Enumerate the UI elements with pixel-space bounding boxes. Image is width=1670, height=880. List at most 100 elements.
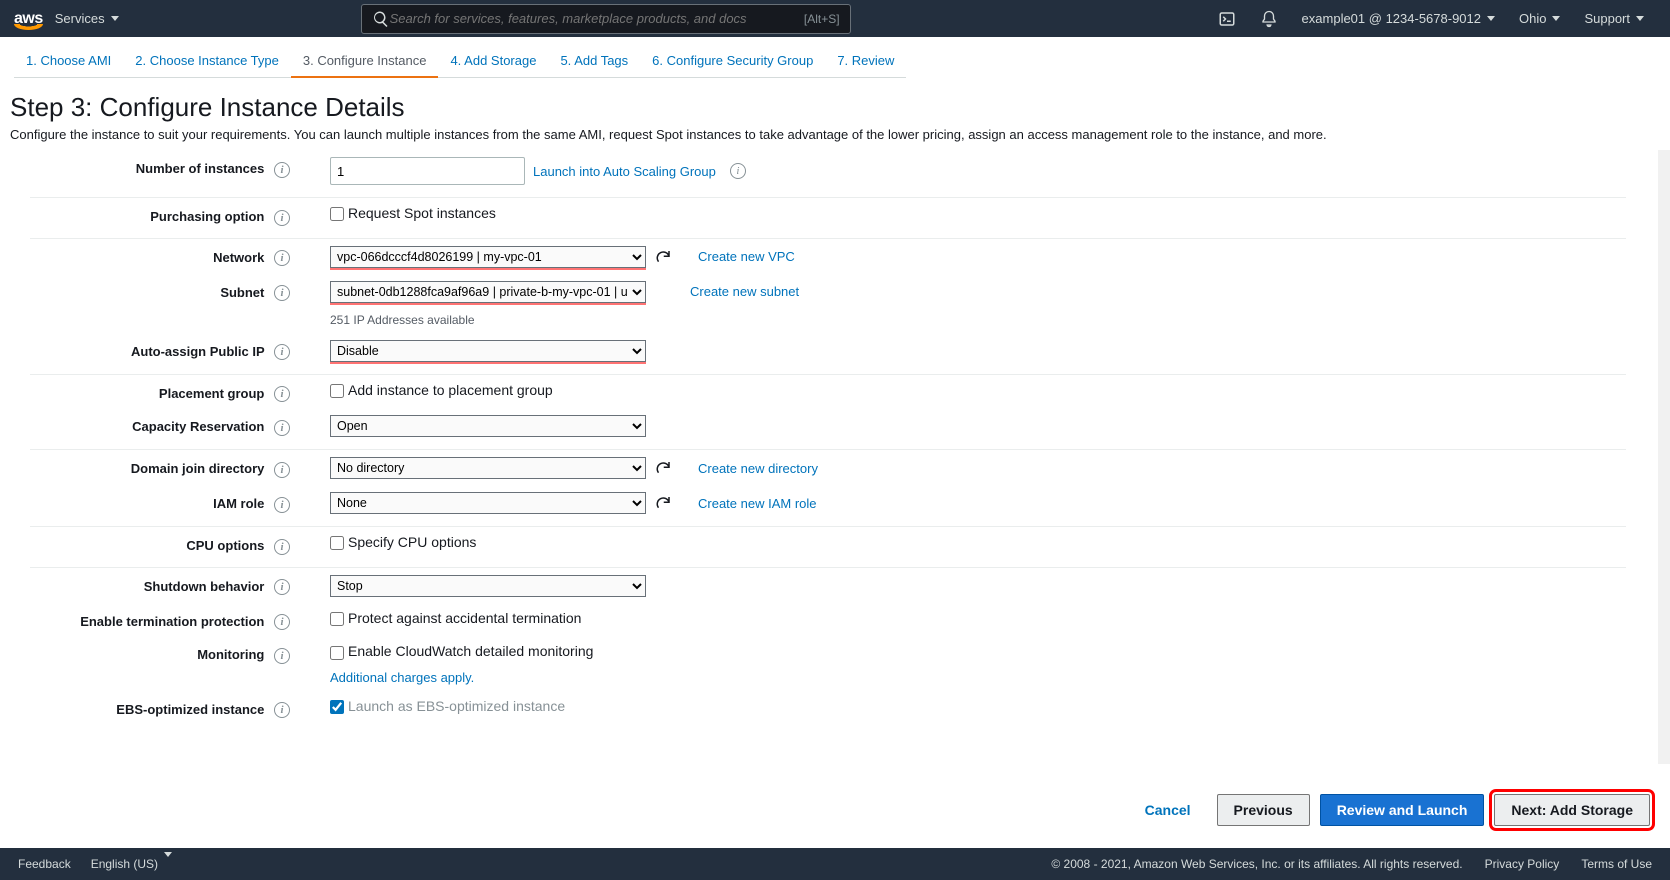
form-scroll-area[interactable]: Number of instances i Launch into Auto S… xyxy=(0,150,1670,764)
placement-checkbox-label: Add instance to placement group xyxy=(348,382,553,398)
cloudshell-icon xyxy=(1218,10,1236,28)
info-icon[interactable]: i xyxy=(274,210,290,226)
subnet-note: 251 IP Addresses available xyxy=(330,313,952,327)
row-cpu: CPU options i Specify CPU options xyxy=(0,527,1656,561)
row-ebs: EBS-optimized instance i Launch as EBS-o… xyxy=(0,691,1656,725)
feedback-link[interactable]: Feedback xyxy=(18,857,71,871)
search-input[interactable] xyxy=(390,11,804,26)
wizard-step-3[interactable]: 3. Configure Instance xyxy=(291,47,439,78)
info-icon[interactable]: i xyxy=(730,163,746,179)
shutdown-select[interactable]: Stop xyxy=(330,575,646,597)
page-title: Step 3: Configure Instance Details xyxy=(0,78,1670,127)
termination-checkbox-wrap[interactable]: Protect against accidental termination xyxy=(330,610,581,626)
aws-logo[interactable]: aws xyxy=(14,10,43,28)
cpu-checkbox-wrap[interactable]: Specify CPU options xyxy=(330,534,476,550)
caret-down-icon xyxy=(1552,16,1560,21)
copyright-text: © 2008 - 2021, Amazon Web Services, Inc.… xyxy=(1051,857,1462,871)
next-add-storage-button[interactable]: Next: Add Storage xyxy=(1494,794,1650,826)
caret-down-icon xyxy=(164,852,172,871)
subnet-select[interactable]: subnet-0db1288fca9af96a9 | private-b-my-… xyxy=(330,281,646,303)
termination-checkbox[interactable] xyxy=(330,612,344,626)
region-label: Ohio xyxy=(1519,11,1546,26)
row-network: Network i vpc-066dcccf4d8026199 | my-vpc… xyxy=(0,239,1656,274)
notifications-button[interactable] xyxy=(1248,10,1290,28)
wizard-button-bar: Cancel Previous Review and Launch Next: … xyxy=(0,778,1670,842)
monitoring-checkbox-label: Enable CloudWatch detailed monitoring xyxy=(348,643,593,659)
info-icon[interactable]: i xyxy=(274,420,290,436)
create-directory-link[interactable]: Create new directory xyxy=(698,461,818,476)
spot-checkbox-wrap[interactable]: Request Spot instances xyxy=(330,205,496,221)
label-auto-ip: Auto-assign Public IP xyxy=(131,344,264,359)
info-icon[interactable]: i xyxy=(274,579,290,595)
info-icon[interactable]: i xyxy=(274,497,290,513)
wizard-step-5[interactable]: 5. Add Tags xyxy=(548,47,640,78)
create-vpc-link[interactable]: Create new VPC xyxy=(698,249,795,264)
ebs-checkbox[interactable] xyxy=(330,700,344,714)
region-menu[interactable]: Ohio xyxy=(1507,11,1572,26)
row-shutdown: Shutdown behavior i Stop xyxy=(0,568,1656,603)
cpu-checkbox[interactable] xyxy=(330,536,344,550)
wizard-step-2[interactable]: 2. Choose Instance Type xyxy=(123,47,291,78)
info-icon[interactable]: i xyxy=(274,250,290,266)
wizard-steps: 1. Choose AMI 2. Choose Instance Type 3.… xyxy=(0,37,1670,78)
label-placement: Placement group xyxy=(159,386,264,401)
capacity-select[interactable]: Open xyxy=(330,415,646,437)
row-capacity: Capacity Reservation i Open xyxy=(0,408,1656,443)
placement-checkbox[interactable] xyxy=(330,384,344,398)
label-cpu: CPU options xyxy=(186,538,264,553)
monitoring-checkbox-wrap[interactable]: Enable CloudWatch detailed monitoring xyxy=(330,643,593,659)
global-search[interactable]: [Alt+S] xyxy=(361,4,851,34)
bell-icon xyxy=(1260,10,1278,28)
network-select[interactable]: vpc-066dcccf4d8026199 | my-vpc-01 xyxy=(330,246,646,268)
iam-select[interactable]: None xyxy=(330,492,646,514)
create-subnet-link[interactable]: Create new subnet xyxy=(690,284,799,299)
info-icon[interactable]: i xyxy=(274,386,290,402)
info-icon[interactable]: i xyxy=(274,344,290,360)
refresh-icon[interactable] xyxy=(654,248,672,266)
caret-down-icon xyxy=(111,16,119,21)
wizard-step-4[interactable]: 4. Add Storage xyxy=(438,47,548,78)
refresh-icon[interactable] xyxy=(654,459,672,477)
info-icon[interactable]: i xyxy=(274,539,290,555)
row-termination: Enable termination protection i Protect … xyxy=(0,603,1656,637)
directory-select[interactable]: No directory xyxy=(330,457,646,479)
ebs-checkbox-wrap[interactable]: Launch as EBS-optimized instance xyxy=(330,698,565,714)
wizard-step-1[interactable]: 1. Choose AMI xyxy=(14,47,123,78)
row-iam: IAM role i None Create new IAM role xyxy=(0,485,1656,520)
wizard-step-7[interactable]: 7. Review xyxy=(825,47,906,78)
privacy-link[interactable]: Privacy Policy xyxy=(1485,857,1560,871)
previous-button[interactable]: Previous xyxy=(1217,794,1310,826)
monitoring-charges-link[interactable]: Additional charges apply. xyxy=(330,670,474,685)
caret-down-icon xyxy=(1487,16,1495,21)
row-placement: Placement group i Add instance to placem… xyxy=(0,375,1656,409)
num-instances-input[interactable] xyxy=(330,157,525,185)
row-number-of-instances: Number of instances i Launch into Auto S… xyxy=(0,150,1656,191)
services-menu[interactable]: Services xyxy=(43,11,131,26)
support-menu[interactable]: Support xyxy=(1572,11,1656,26)
info-icon[interactable]: i xyxy=(274,285,290,301)
language-menu[interactable]: English (US) xyxy=(91,857,172,871)
refresh-icon[interactable] xyxy=(654,494,672,512)
spot-checkbox[interactable] xyxy=(330,207,344,221)
spot-checkbox-label: Request Spot instances xyxy=(348,205,496,221)
placement-checkbox-wrap[interactable]: Add instance to placement group xyxy=(330,382,553,398)
auto-ip-select[interactable]: Disable xyxy=(330,340,646,362)
row-purchasing: Purchasing option i Request Spot instanc… xyxy=(0,198,1656,232)
info-icon[interactable]: i xyxy=(274,462,290,478)
terms-link[interactable]: Terms of Use xyxy=(1581,857,1652,871)
cancel-button[interactable]: Cancel xyxy=(1129,794,1207,826)
info-icon[interactable]: i xyxy=(274,648,290,664)
cloudshell-button[interactable] xyxy=(1206,10,1248,28)
info-icon[interactable]: i xyxy=(274,702,290,718)
review-launch-button[interactable]: Review and Launch xyxy=(1320,794,1485,826)
monitoring-checkbox[interactable] xyxy=(330,646,344,660)
wizard-step-6[interactable]: 6. Configure Security Group xyxy=(640,47,825,78)
label-termination: Enable termination protection xyxy=(80,614,264,629)
info-icon[interactable]: i xyxy=(274,614,290,630)
info-icon[interactable]: i xyxy=(274,162,290,178)
termination-checkbox-label: Protect against accidental termination xyxy=(348,610,581,626)
account-menu[interactable]: example01 @ 1234-5678-9012 xyxy=(1290,11,1507,26)
label-shutdown: Shutdown behavior xyxy=(144,579,265,594)
launch-asg-link[interactable]: Launch into Auto Scaling Group xyxy=(533,164,716,179)
create-iam-link[interactable]: Create new IAM role xyxy=(698,496,817,511)
